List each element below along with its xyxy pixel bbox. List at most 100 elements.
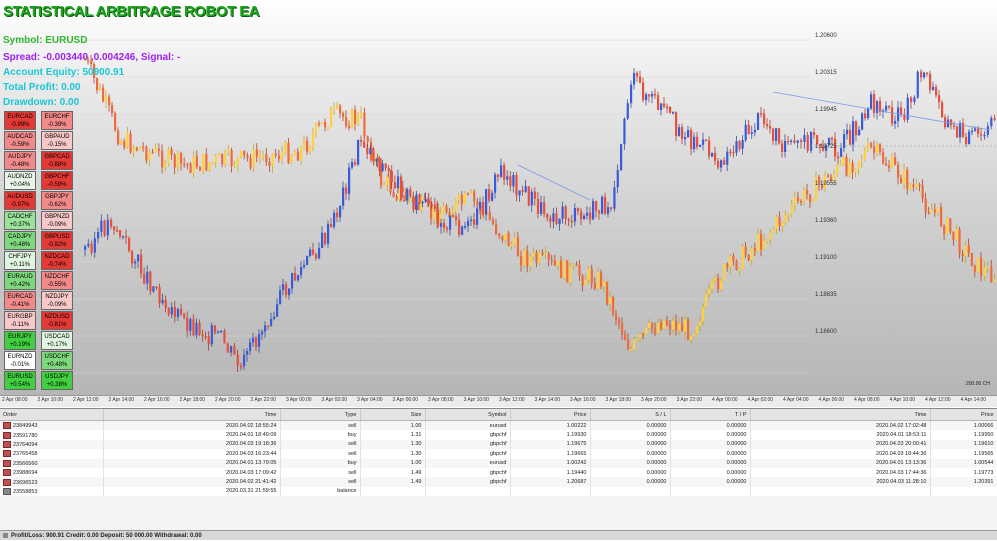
candle-body: [249, 157, 252, 168]
candle-body: [827, 175, 830, 178]
price-label: 1.19725: [815, 144, 837, 150]
candle-body: [512, 174, 515, 187]
candle-body: [143, 273, 146, 284]
candle-body: [891, 107, 894, 124]
candle-body: [424, 199, 427, 202]
ratio-cell-cadchf: CADCHF +0.37%: [4, 211, 36, 230]
drawdown-info: Drawdown: 0.00: [3, 97, 80, 108]
candle-body: [618, 319, 621, 324]
column-header[interactable]: Price: [510, 409, 591, 421]
candle-body: [552, 213, 555, 222]
candle-body: [651, 93, 654, 97]
candle-body: [137, 254, 140, 262]
candle-body: [192, 319, 195, 336]
order-row[interactable]: 23566560 2020.04.01 13:79:05 buy 1.00 eurusd…: [0, 458, 997, 468]
candle-body: [125, 235, 128, 238]
candle-body: [760, 113, 763, 115]
ratio-value: -0.15%: [47, 142, 67, 148]
column-header[interactable]: Price: [930, 409, 997, 421]
order-icon: [3, 450, 11, 458]
time-label: 4 Apr 02:00: [747, 397, 774, 403]
ratio-cell-gbpcad: GBPCAD -0.88%: [41, 151, 73, 170]
column-header[interactable]: Symbol: [425, 409, 511, 421]
candle-body: [684, 137, 687, 140]
order-id: 23696523: [13, 479, 38, 486]
candle-body: [750, 248, 753, 261]
column-header[interactable]: Order: [0, 409, 104, 421]
candle-body: [657, 95, 660, 111]
order-icon: [3, 478, 11, 486]
column-header[interactable]: Time: [103, 409, 281, 421]
candle-body: [180, 308, 183, 315]
trend-line[interactable]: [772, 91, 991, 131]
candle-body: [766, 124, 769, 127]
order-row[interactable]: 23988694 2020.04.03 17:09:42 sell 1.49 gbpch…: [0, 467, 997, 478]
candle-body: [920, 71, 923, 78]
order-row[interactable]: 23765458 2020.04.03 16:23:44 sell 1.30 gbpch…: [0, 449, 997, 459]
order-cell: 2020.04.03 16:23:44: [103, 449, 281, 459]
candle-body: [324, 121, 327, 128]
order-row[interactable]: 23696523 2020.04.02 21:41:42 sell 1.49 gbpch…: [0, 477, 997, 487]
candle-body: [408, 198, 411, 201]
candle-body: [906, 169, 909, 190]
candle-body: [164, 299, 167, 308]
candle-body: [264, 325, 267, 332]
candle-body: [152, 286, 155, 292]
order-row[interactable]: 23764094 2020.04.03 19:18:36 sell 1.30 gbpch…: [0, 439, 997, 450]
candle-body: [230, 150, 233, 167]
order-cell: 2020.04.01 18:53:11: [750, 430, 931, 440]
candle-body: [501, 235, 504, 241]
candle-body: [876, 101, 879, 113]
candle-body: [861, 113, 864, 130]
order-cell: 2020.04.03 17:44:36: [750, 467, 931, 478]
candle-body: [348, 126, 351, 128]
candle-body: [583, 215, 586, 220]
order-row[interactable]: 23849943 2020.04.02 18:55:24 sell 1.00 eurus…: [0, 420, 997, 431]
order-cell: sell: [280, 439, 361, 450]
candle-body: [687, 319, 690, 340]
candle-body: [375, 158, 378, 162]
ratio-value: -0.09%: [47, 222, 67, 228]
candle-body: [950, 119, 953, 126]
candle-body: [803, 135, 806, 143]
candle-body: [204, 336, 207, 338]
candle-body: [211, 162, 214, 164]
candle-body: [726, 151, 729, 165]
column-header[interactable]: Time: [750, 409, 931, 421]
column-header[interactable]: S / L: [590, 409, 671, 421]
candle-body: [572, 264, 575, 267]
ratio-pair: NZDCHF: [44, 274, 70, 280]
ratio-cell-audcad: AUDCAD -0.59%: [4, 131, 36, 150]
candle-body: [116, 229, 119, 232]
candle-body: [303, 264, 306, 267]
candle-body: [255, 337, 258, 347]
candle-body: [339, 105, 342, 114]
candle-body: [775, 128, 778, 142]
candle-body: [294, 273, 297, 281]
candle-body: [584, 279, 587, 286]
candle-body: [696, 325, 699, 334]
candle-body: [464, 226, 467, 228]
ratio-cell-gbpaud: GBPAUD -0.15%: [41, 131, 73, 150]
candle-body: [479, 202, 482, 209]
ratio-pair: CADCHF: [7, 214, 33, 220]
column-header[interactable]: T / P: [670, 409, 751, 421]
candle-body: [223, 330, 226, 344]
chart-area[interactable]: STATISTICAL ARBITRAGE ROBOT EA Symbol: E…: [0, 0, 997, 407]
order-row[interactable]: 23591780 2020.04.01 18:49:09 buy 1.31 gbpchf…: [0, 430, 997, 440]
candle-body: [312, 134, 315, 147]
column-header[interactable]: Size: [360, 409, 426, 421]
ratio-pair: GBPCHF: [44, 174, 70, 180]
order-cell: 1.19773: [930, 467, 997, 478]
candle-body: [99, 87, 102, 91]
ratio-pair: GBPJPY: [45, 194, 69, 200]
order-row[interactable]: 23558853 2020.03.31 21:59:55 balance: [0, 486, 997, 497]
order-cell: 0.00000: [670, 430, 751, 440]
candle-body: [395, 196, 398, 200]
candle-body: [949, 218, 952, 232]
candle-body: [607, 207, 610, 214]
column-header[interactable]: Type: [280, 409, 361, 421]
candle-body: [183, 163, 186, 166]
candle-body: [587, 268, 590, 280]
candle-body: [842, 156, 845, 164]
